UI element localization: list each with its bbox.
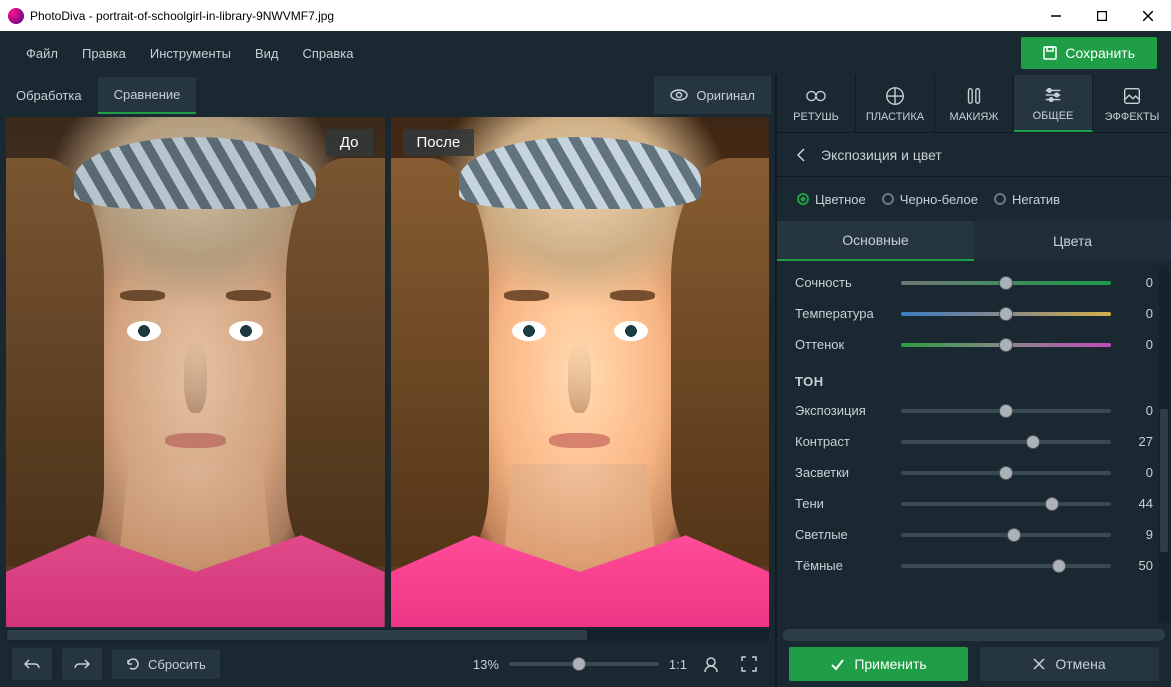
sliders-area: Сочность0 Температура0 Оттенок0 ТОН Эксп… [777,261,1171,629]
radio-color[interactable]: Цветное [797,192,866,207]
reset-label: Сбросить [148,657,206,672]
tab-retouch[interactable]: РЕТУШЬ [777,75,856,132]
redo-icon [73,657,91,671]
tab-processing[interactable]: Обработка [0,78,98,113]
reset-icon [126,657,140,671]
slider-lights[interactable]: Светлые9 [795,519,1153,550]
zoom-ratio[interactable]: 1:1 [669,657,687,672]
view-toolbar: Обработка Сравнение Оригинал [0,75,775,115]
effects-icon [1121,85,1143,107]
action-row: Применить Отмена [777,641,1171,687]
save-icon [1043,46,1057,60]
sub-tabs: Основные Цвета [777,221,1171,261]
radio-negative[interactable]: Негатив [994,192,1060,207]
slider-highlights[interactable]: Засветки0 [795,457,1153,488]
menu-edit[interactable]: Правка [70,38,138,69]
tab-plastic[interactable]: ПЛАСТИКА [856,75,935,132]
save-label: Сохранить [1065,45,1135,61]
undo-icon [23,657,41,671]
label-after: После [403,129,475,156]
slider-contrast[interactable]: Контраст27 [795,426,1153,457]
group-tone: ТОН [795,360,1153,395]
zoom-percent: 13% [473,657,499,672]
reset-button[interactable]: Сбросить [112,650,220,679]
cancel-label: Отмена [1055,656,1105,672]
section-header: Экспозиция и цвет [777,133,1171,177]
tool-tabs: РЕТУШЬ ПЛАСТИКА МАКИЯЖ ОБЩЕЕ ЭФФЕКТЫ [777,75,1171,133]
properties-panel: РЕТУШЬ ПЛАСТИКА МАКИЯЖ ОБЩЕЕ ЭФФЕКТЫ Экс… [775,75,1171,687]
label-before: До [326,129,373,156]
menu-file[interactable]: Файл [14,38,70,69]
color-mode-radios: Цветное Черно-белое Негатив [777,177,1171,221]
window-title: PhotoDiva - portrait-of-schoolgirl-in-li… [30,9,1033,23]
eye-icon [670,86,688,104]
section-title: Экспозиция и цвет [821,147,942,163]
tab-effects[interactable]: ЭФФЕКТЫ [1093,75,1171,132]
fullscreen-button[interactable] [735,648,763,680]
slider-tint[interactable]: Оттенок0 [795,329,1153,360]
face-detect-button[interactable] [697,648,725,680]
bottom-toolbar: Сбросить 13% 1:1 [0,641,775,687]
close-icon [1033,658,1045,670]
vertical-scrollbar[interactable] [1159,267,1169,623]
apply-label: Применить [854,656,926,672]
slider-saturation[interactable]: Сочность0 [795,267,1153,298]
apply-button[interactable]: Применить [789,647,968,681]
menu-help[interactable]: Справка [290,38,365,69]
workspace: Обработка Сравнение Оригинал До После [0,75,775,687]
save-button[interactable]: Сохранить [1021,37,1157,69]
original-button[interactable]: Оригинал [654,76,771,114]
retouch-icon [805,85,827,107]
makeup-icon [963,85,985,107]
pane-before[interactable]: До [6,117,385,627]
slider-exposure[interactable]: Экспозиция0 [795,395,1153,426]
menu-tools[interactable]: Инструменты [138,38,243,69]
menu-view[interactable]: Вид [243,38,291,69]
tab-makeup[interactable]: МАКИЯЖ [935,75,1014,132]
cancel-button[interactable]: Отмена [980,647,1159,681]
plastic-icon [884,85,906,107]
zoom-slider[interactable] [509,662,659,666]
sliders-icon [1042,84,1064,106]
subtab-basic[interactable]: Основные [777,221,974,261]
back-button[interactable] [795,148,807,162]
tab-general[interactable]: ОБЩЕЕ [1014,75,1093,132]
slider-darks[interactable]: Тёмные50 [795,550,1153,581]
slider-shadows[interactable]: Тени44 [795,488,1153,519]
titlebar: PhotoDiva - portrait-of-schoolgirl-in-li… [0,0,1171,31]
check-icon [830,657,844,671]
slider-temperature[interactable]: Температура0 [795,298,1153,329]
tab-compare[interactable]: Сравнение [98,77,197,114]
close-button[interactable] [1125,0,1171,31]
pane-after[interactable]: После [391,117,770,627]
redo-button[interactable] [62,648,102,680]
maximize-button[interactable] [1079,0,1125,31]
menubar: Файл Правка Инструменты Вид Справка Сохр… [0,31,1171,75]
minimize-button[interactable] [1033,0,1079,31]
original-label: Оригинал [696,88,755,103]
expand-icon [741,656,757,672]
undo-button[interactable] [12,648,52,680]
face-icon [702,655,720,673]
horizontal-scrollbar[interactable] [6,629,769,641]
radio-bw[interactable]: Черно-белое [882,192,978,207]
compare-view: До После [0,115,775,627]
panel-hscrollbar[interactable] [783,629,1165,641]
app-icon [8,8,24,24]
subtab-colors[interactable]: Цвета [974,221,1171,261]
